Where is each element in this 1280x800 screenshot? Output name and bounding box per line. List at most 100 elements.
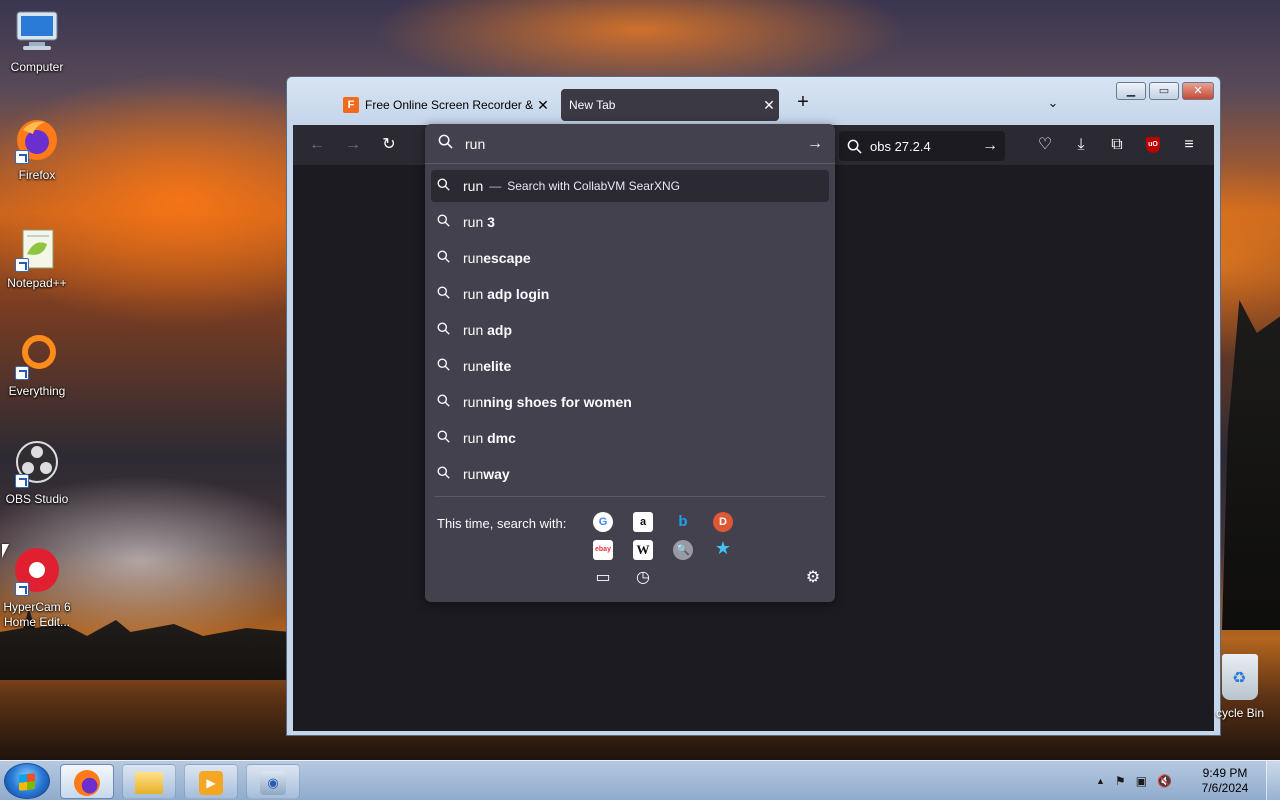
suggestion-completion-text: adp login [487,286,550,302]
search-bar[interactable]: obs 27.2.4 → [839,131,1005,161]
search-settings-gear-icon[interactable]: ⚙ [803,568,823,588]
action-center-flag-icon[interactable]: ⚑ [1115,774,1126,788]
extensions-icon[interactable]: ⧉ [1105,133,1129,157]
suggestion-completion-text: way [483,466,510,482]
desktop-icon-obs[interactable]: OBS Studio [0,440,74,507]
google-engine-icon[interactable]: G [593,512,613,532]
ublock-origin-icon[interactable]: uO [1141,133,1165,157]
urlbar-input[interactable] [465,128,795,159]
urlbar-search-icon [425,134,465,153]
suggestion-typed-text: run [463,250,484,266]
tab-close-icon[interactable]: ✕ [759,97,779,114]
suggestion-row-search-action[interactable]: run — Search with CollabVM SearXNG [431,170,829,202]
urlbar: → [425,124,835,164]
suggestion-search-icon [437,250,463,266]
oneoff-divider [435,496,825,497]
close-window-button[interactable]: ✕ [1182,82,1214,100]
suggestion-search-icon [437,286,463,302]
desktop-icon-notepadpp[interactable]: Notepad++ [0,224,74,291]
desktop-icon-label: cycle Bin [1216,706,1265,720]
notepad-plus-plus-icon [13,224,61,272]
taskbar-clock[interactable]: 9:49 PM 7/6/2024 [1192,766,1258,796]
oneoff-search-label: This time, search with: [437,516,567,531]
suggestion-row[interactable]: run elite [431,350,829,382]
shortcut-arrow-icon [15,258,29,272]
suggestion-row[interactable]: run dmc [431,422,829,454]
hypercam-icon [13,548,61,596]
tab-close-icon[interactable]: ✕ [533,97,553,114]
show-desktop-button[interactable] [1266,761,1280,800]
minimize-button[interactable]: ▁ [1116,82,1146,100]
suggestion-search-icon [437,214,463,230]
suggestion-row[interactable]: run 3 [431,206,829,238]
urlbar-go-arrow-icon[interactable]: → [795,135,835,153]
search-bar-value[interactable]: obs 27.2.4 [862,139,975,154]
taskbar-firefox-button[interactable] [60,764,114,799]
show-hidden-icons-arrow-icon[interactable]: ▲ [1096,776,1105,786]
suggestion-row[interactable]: run escape [431,242,829,274]
network-icon[interactable]: ▣ [1136,774,1147,788]
desktop-icon-computer[interactable]: Computer [0,8,74,75]
suggestion-typed-text: run [463,466,484,482]
shortcut-arrow-icon [15,150,29,164]
suggestion-search-icon [437,322,463,338]
taskbar-explorer-button[interactable] [122,764,176,799]
suggestion-row[interactable]: run ning shoes for women [431,386,829,418]
tab-title: Free Online Screen Recorder & [365,98,533,112]
duckduckgo-engine-icon[interactable]: D [713,512,733,532]
pocket-icon[interactable]: ♡ [1033,133,1057,157]
suggestion-action-text: Search with CollabVM SearXNG [507,179,680,193]
bookmarks-star-icon[interactable]: ★ [713,538,733,558]
hamburger-menu-icon[interactable]: ≡ [1177,133,1201,157]
start-button[interactable] [4,763,50,799]
taskbar-hypercam-button[interactable]: ◉ [246,764,300,799]
desktop-icon-recycle-bin[interactable]: cycle Bin [1216,654,1280,720]
mouse-cursor-icon [2,544,9,558]
tab-title: New Tab [569,98,616,112]
new-tab-button[interactable]: + [791,91,815,115]
tabs-icon[interactable]: ▭ [593,568,613,588]
suggestion-row[interactable]: run adp login [431,278,829,310]
suggestion-search-icon [437,178,463,194]
tab-screen-recorder[interactable]: F Free Online Screen Recorder & ✕ [337,89,553,121]
firefox-icon [74,769,100,796]
suggestion-search-icon [437,394,463,410]
suggestion-completion-text: escape [483,250,531,266]
suggestion-typed-text: run [463,394,484,410]
search-go-arrow-icon[interactable]: → [975,137,1005,155]
shortcut-arrow-icon [15,366,29,380]
ublock-badge: uO [1146,136,1160,153]
forward-arrow-icon[interactable]: → [341,133,365,157]
desktop-icon-label: Firefox [18,168,56,182]
wikipedia-engine-icon[interactable]: W [633,540,653,560]
screen-recorder-favicon-icon: F [343,97,359,113]
desktop-icon-label: Computer [10,60,64,74]
suggestion-row[interactable]: run adp [431,314,829,346]
desktop-icon-firefox[interactable]: Firefox [0,116,74,183]
suggestion-typed-text: run [463,178,484,194]
desktop-icon-label: OBS Studio [5,492,69,506]
suggestion-search-icon [437,466,463,482]
desktop-icon-everything[interactable]: Everything [0,332,74,399]
list-all-tabs-chevron-icon[interactable]: ⌄ [1041,91,1065,115]
tab-new-tab[interactable]: New Tab ✕ [561,89,779,121]
suggestion-search-icon [437,430,463,446]
amazon-engine-icon[interactable]: a [633,512,653,532]
bing-engine-icon[interactable]: b [673,512,693,532]
suggestion-typed-text: run [463,286,488,302]
downloads-icon[interactable]: ⤓ [1069,133,1093,157]
history-clock-icon[interactable]: ◷ [633,568,653,588]
taskbar-media-player-button[interactable]: ▶ [184,764,238,799]
searxng-engine-icon[interactable]: 🔍 [673,540,693,560]
suggestion-typed-text: run [463,430,488,446]
desktop-icon-hypercam[interactable]: HyperCam 6 Home Edit... [0,548,74,630]
search-icon [847,139,862,154]
maximize-button[interactable]: ▭ [1149,82,1179,100]
clock-time: 9:49 PM [1202,766,1248,780]
reload-icon[interactable]: ↻ [377,133,401,157]
ebay-engine-icon[interactable]: ebay [593,540,613,560]
suggestion-completion-text: 3 [487,214,495,230]
back-arrow-icon[interactable]: ← [305,133,329,157]
volume-muted-icon[interactable]: 🔇 [1157,774,1172,788]
suggestion-row[interactable]: run way [431,458,829,490]
